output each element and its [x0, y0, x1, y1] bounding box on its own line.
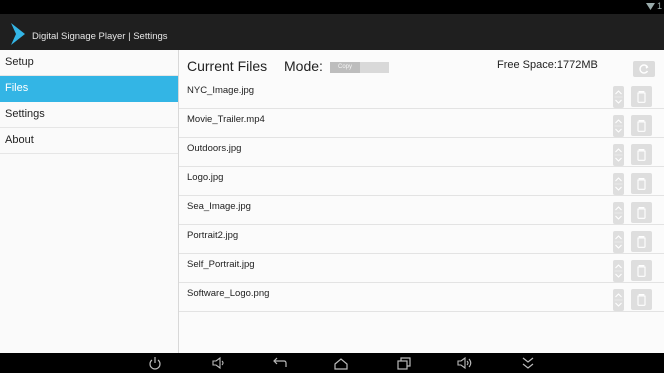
- delete-button[interactable]: [631, 231, 652, 252]
- trash-icon: [637, 149, 646, 161]
- sidebar: Setup Files Settings About: [0, 50, 179, 353]
- sidebar-item-label: About: [5, 134, 34, 146]
- home-button[interactable]: [333, 356, 349, 370]
- reorder-button[interactable]: [613, 144, 624, 166]
- file-row: Sea_Image.jpg: [179, 196, 664, 225]
- move-down-icon: [615, 273, 622, 278]
- move-up-icon: [615, 206, 622, 211]
- file-row: NYC_Image.jpg: [179, 80, 664, 109]
- delete-button[interactable]: [631, 289, 652, 310]
- delete-button[interactable]: [631, 173, 652, 194]
- move-down-icon: [615, 244, 622, 249]
- file-name: Movie_Trailer.mp4: [187, 114, 265, 125]
- sidebar-item-setup[interactable]: Setup: [0, 50, 178, 76]
- file-row: Portrait2.jpg: [179, 225, 664, 254]
- file-name: Sea_Image.jpg: [187, 201, 251, 212]
- file-name: NYC_Image.jpg: [187, 85, 255, 96]
- sidebar-item-files[interactable]: Files: [0, 76, 178, 102]
- trash-icon: [637, 120, 646, 132]
- delete-button[interactable]: [631, 260, 652, 281]
- file-name: Portrait2.jpg: [187, 230, 239, 241]
- back-button[interactable]: [272, 356, 288, 370]
- recent-apps-button[interactable]: [396, 356, 412, 370]
- reorder-button[interactable]: [613, 202, 624, 224]
- status-time: 1: [656, 1, 662, 11]
- move-up-icon: [615, 293, 622, 298]
- mode-toggle[interactable]: Copy: [330, 62, 389, 73]
- sidebar-item-label: Setup: [5, 56, 34, 68]
- delete-button[interactable]: [631, 86, 652, 107]
- move-up-icon: [615, 177, 622, 182]
- file-name: Self_Portrait.jpg: [187, 259, 255, 270]
- trash-icon: [637, 294, 646, 306]
- power-icon: [149, 357, 161, 370]
- move-down-icon: [615, 128, 622, 133]
- trash-icon: [637, 178, 646, 190]
- reorder-button[interactable]: [613, 231, 624, 253]
- action-bar: Digital Signage Player | Settings: [0, 14, 664, 50]
- back-icon: [273, 357, 287, 367]
- delete-button[interactable]: [631, 115, 652, 136]
- status-icons: 1: [645, 1, 662, 11]
- app-title: Digital Signage Player | Settings: [32, 31, 168, 42]
- sidebar-item-label: Settings: [5, 108, 45, 120]
- wifi-icon: [645, 2, 655, 10]
- move-up-icon: [615, 264, 622, 269]
- reorder-button[interactable]: [613, 86, 624, 108]
- sidebar-item-settings[interactable]: Settings: [0, 102, 178, 128]
- collapse-button[interactable]: [520, 356, 536, 370]
- move-down-icon: [615, 157, 622, 162]
- move-up-icon: [615, 90, 622, 95]
- trash-icon: [637, 207, 646, 219]
- status-bar: 1: [0, 0, 664, 14]
- move-down-icon: [615, 186, 622, 191]
- trash-icon: [637, 91, 646, 103]
- sidebar-item-about[interactable]: About: [0, 128, 178, 154]
- delete-button[interactable]: [631, 202, 652, 223]
- collapse-icon: [522, 357, 534, 369]
- mode-toggle-value: Copy: [330, 62, 360, 73]
- file-row: Movie_Trailer.mp4: [179, 109, 664, 138]
- mode-label: Mode:: [284, 58, 323, 74]
- move-down-icon: [615, 99, 622, 104]
- move-down-icon: [615, 302, 622, 307]
- settings-main: Setup Files Settings About Current Files…: [0, 50, 664, 353]
- volume-down-icon: [212, 356, 224, 370]
- power-button[interactable]: [147, 356, 163, 370]
- file-name: Software_Logo.png: [187, 288, 270, 299]
- volume-up-button[interactable]: [457, 356, 473, 370]
- move-down-icon: [615, 215, 622, 220]
- move-up-icon: [615, 148, 622, 153]
- refresh-icon: [639, 64, 649, 74]
- reorder-button[interactable]: [613, 115, 624, 137]
- file-name: Logo.jpg: [187, 172, 224, 183]
- file-row: Outdoors.jpg: [179, 138, 664, 167]
- recent-apps-icon: [397, 357, 411, 370]
- move-up-icon: [615, 119, 622, 124]
- chevron-logo-icon: [11, 23, 25, 45]
- refresh-button[interactable]: [633, 61, 655, 77]
- reorder-button[interactable]: [613, 173, 624, 195]
- volume-down-button[interactable]: [211, 356, 227, 370]
- home-icon: [334, 358, 348, 370]
- system-nav-bar: [0, 353, 664, 373]
- files-panel: Current Files Mode: Copy Free Space:1772…: [179, 50, 664, 353]
- reorder-button[interactable]: [613, 260, 624, 282]
- trash-icon: [637, 236, 646, 248]
- free-space-label: Free Space:1772MB: [497, 59, 598, 71]
- file-row: Software_Logo.png: [179, 283, 664, 312]
- page-title: Current Files: [187, 58, 268, 74]
- delete-button[interactable]: [631, 144, 652, 165]
- files-header: Current Files Mode: Copy Free Space:1772…: [179, 50, 664, 80]
- reorder-button[interactable]: [613, 289, 624, 311]
- sidebar-item-label: Files: [5, 82, 29, 94]
- move-up-icon: [615, 235, 622, 240]
- trash-icon: [637, 265, 646, 277]
- file-row: Logo.jpg: [179, 167, 664, 196]
- file-name: Outdoors.jpg: [187, 143, 242, 154]
- volume-up-icon: [457, 356, 472, 370]
- file-row: Self_Portrait.jpg: [179, 254, 664, 283]
